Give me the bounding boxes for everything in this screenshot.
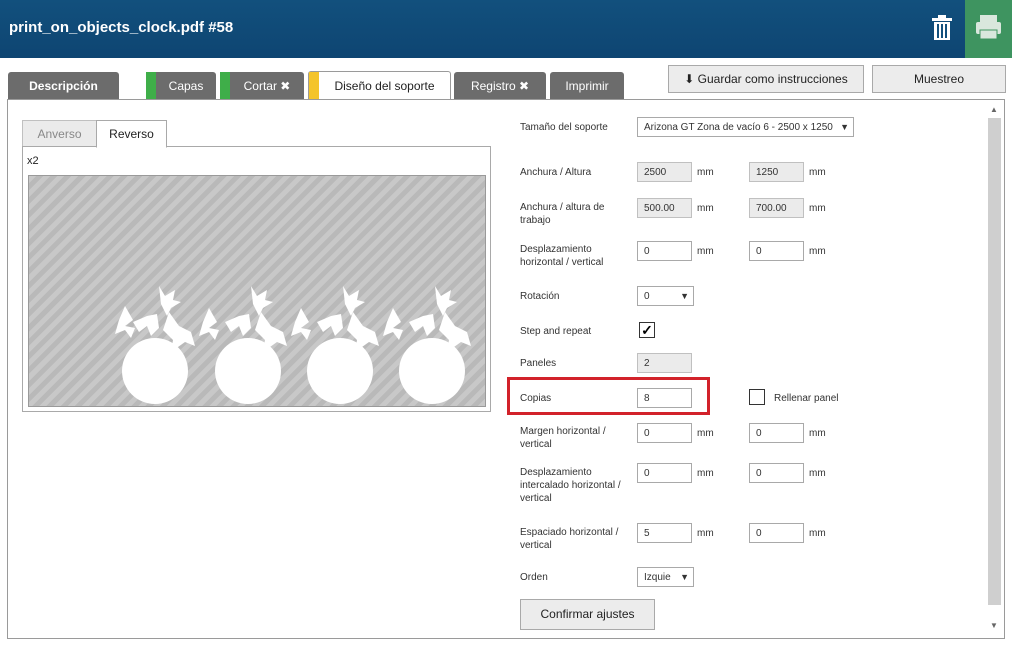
printer-icon (976, 15, 1001, 40)
order-label: Orden (520, 572, 548, 583)
rotation-select[interactable]: 0 ▼ (637, 286, 694, 306)
work-width-field: 500.00 (637, 198, 692, 218)
media-preview (28, 175, 486, 407)
work-height-field: 700.00 (749, 198, 804, 218)
width-field: 2500 (637, 162, 692, 182)
stagger-label: Desplazamiento intercalado horizontal / … (520, 467, 621, 504)
media-size-select[interactable]: Arizona GT Zona de vacío 6 - 2500 x 1250… (637, 117, 854, 137)
step-repeat-checkbox[interactable]: ✓ (639, 322, 655, 338)
sample-button[interactable]: Muestreo (872, 65, 1006, 93)
width-height-label: Anchura / Altura (520, 167, 592, 178)
margin-v-field[interactable]: 0 (749, 423, 804, 443)
save-as-instructions-button[interactable]: ⬇ Guardar como instrucciones (668, 65, 864, 93)
tab-capas[interactable]: Capas (146, 72, 216, 99)
media-size-label: Tamaño del soporte (520, 122, 608, 133)
tab-cortar[interactable]: Cortar ✖ (220, 72, 304, 99)
work-size-label: Anchura / altura de trabajo (520, 202, 605, 226)
tab-imprimir[interactable]: Imprimir (550, 72, 624, 99)
fill-panel-checkbox[interactable] (749, 389, 765, 405)
spacing-h-field[interactable]: 5 (637, 523, 692, 543)
panels-label: Paneles (520, 358, 557, 369)
copies-highlight (507, 377, 710, 415)
stagger-h-field[interactable]: 0 (637, 463, 692, 483)
print-button[interactable] (965, 0, 1012, 58)
tab-registro[interactable]: Registro ✖ (454, 72, 546, 99)
scrollbar[interactable]: ▲ ▼ (987, 103, 1002, 634)
tab-anverso[interactable]: Anverso (22, 120, 97, 148)
tab-diseno-soporte[interactable]: Diseño del soporte (308, 71, 451, 100)
offset-h-field[interactable]: 0 (637, 241, 692, 261)
confirm-settings-button[interactable]: Confirmar ajustes (520, 599, 655, 630)
step-repeat-label: Step and repeat (520, 326, 592, 337)
margin-label: Margen horizontal / vertical (520, 426, 606, 450)
stagger-v-field[interactable]: 0 (749, 463, 804, 483)
multiplier-label: x2 (27, 155, 39, 167)
offset-label: Desplazamiento horizontal / vertical (520, 244, 604, 268)
offset-v-field[interactable]: 0 (749, 241, 804, 261)
tab-reverso[interactable]: Reverso (96, 120, 167, 148)
page-title: print_on_objects_clock.pdf #58 (9, 19, 234, 36)
fill-panel-label: Rellenar panel (774, 393, 839, 404)
spacing-v-field[interactable]: 0 (749, 523, 804, 543)
rotation-label: Rotación (520, 291, 560, 302)
spacing-label: Espaciado horizontal / vertical (520, 527, 619, 551)
trash-icon[interactable] (930, 14, 954, 42)
height-field: 1250 (749, 162, 804, 182)
panels-field: 2 (637, 353, 692, 373)
tab-descripcion[interactable]: Descripción (8, 72, 119, 99)
margin-h-field[interactable]: 0 (637, 423, 692, 443)
order-select[interactable]: Izquie ▼ (637, 567, 694, 587)
